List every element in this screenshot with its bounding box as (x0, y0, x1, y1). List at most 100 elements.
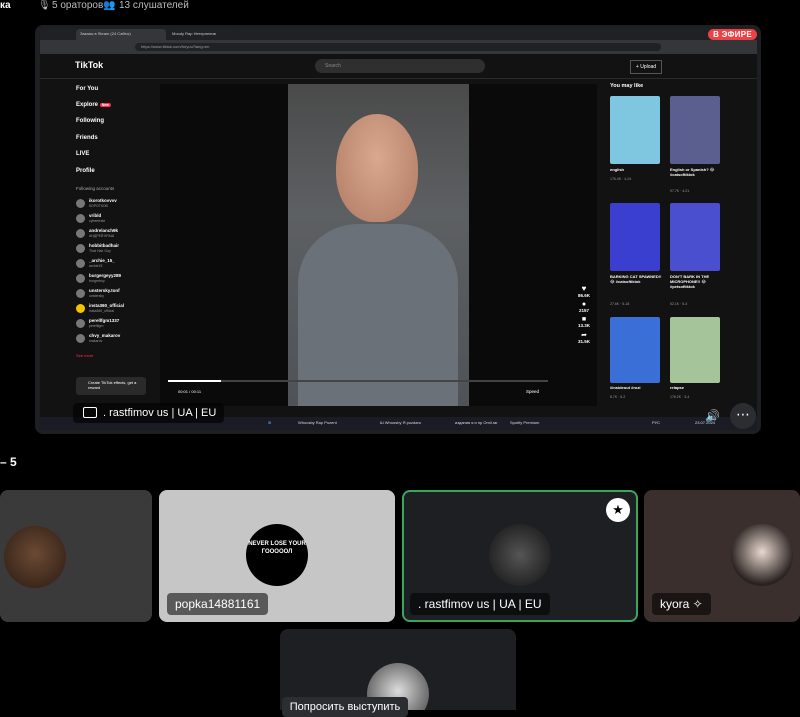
account-name: perellfgm1337 (89, 318, 120, 323)
listeners-count: 13 слушателей (119, 0, 189, 11)
account-sub: insta360_official (89, 309, 115, 313)
suggestion-caption: relapse (670, 385, 685, 390)
likes-count: 86.6K (577, 293, 590, 298)
microphone-icon: 🎙 (38, 0, 51, 11)
create-effects-banner: Create TikTok effects, get a reward (76, 377, 146, 395)
avatar (76, 259, 85, 268)
nav-live: LIVE (76, 151, 90, 157)
video-person-head (336, 114, 418, 222)
video-person-shirt (298, 224, 458, 406)
browser-window: Заказы в Steam (24 Сайты) Moody Rap Нете… (40, 28, 757, 430)
browser-tab-bar: Заказы в Steam (24 Сайты) Moody Rap Нете… (40, 28, 757, 40)
avatar (76, 289, 85, 298)
new-badge: New (99, 103, 111, 107)
browser-tab: Moody Rap Нетерпелив (168, 29, 238, 40)
shares-count: 31.5K (577, 339, 590, 344)
section-label: – 5 (0, 455, 17, 469)
avatar (76, 319, 85, 328)
video-time: 00:01 / 00:11 (178, 389, 202, 394)
participant-tile-speaking[interactable]: ★ . rastfimov us | UA | EU (402, 490, 638, 622)
bookmark-icon: ■ (581, 316, 587, 323)
account-name: ikorotkovvvv (89, 198, 117, 203)
account-sub: unstersky (89, 294, 104, 298)
account-sub: АНДРЕЙ КРАШ (89, 234, 115, 238)
suggestion-stats: 97.7K · 4-21 (670, 189, 690, 193)
suggestion-stats: 52.1K · 5-4 (670, 302, 688, 306)
tiktok-logo: TikTok (75, 60, 104, 70)
url-field: https://www.tiktok.com/foryou?lang=en (135, 43, 661, 51)
account-sub: archie15 (89, 264, 103, 268)
account-name: _archie_15_ (89, 258, 115, 263)
video-frame (288, 84, 469, 406)
you-may-like-panel: You may like english 176.4K · 4-24 Engli… (608, 81, 728, 403)
account-name: hobbitbadhair (89, 243, 119, 248)
avatar (4, 526, 66, 588)
windows-start-icon: ⊞ (268, 420, 272, 425)
tray-language: РУС (652, 420, 661, 425)
account-name: insta360_official (89, 303, 125, 308)
nav-following: Following (76, 118, 104, 124)
nav-explore-label: Explore (76, 102, 99, 108)
suggestion-caption: #insideout #rozi (610, 385, 641, 390)
request-to-speak-button[interactable]: Попросить выступить (282, 697, 408, 717)
avatar (76, 334, 85, 343)
suggestion-caption: english (610, 167, 625, 172)
avatar (76, 304, 85, 313)
tiktok-upload-button: + Upload (630, 60, 662, 74)
account-sub: cybertexte (89, 219, 106, 223)
saves-count: 13.3K (577, 323, 590, 328)
you-may-like-title: You may like (610, 83, 644, 89)
video-actions: ♥ 86.6K ● 2157 ■ 13.3K ➦ 31.5K (573, 284, 595, 344)
avatar (76, 274, 85, 283)
video-progress-fill (168, 380, 222, 382)
video-speed: Speed (526, 389, 540, 394)
stream-name-tag: . rastfimov us | UA | EU (73, 403, 225, 423)
stream-card[interactable]: Заказы в Steam (24 Сайты) Moody Rap Нете… (35, 25, 761, 434)
account-name: chvy_makarov (89, 333, 121, 338)
avatar (489, 524, 551, 586)
nav-profile: Profile (76, 168, 95, 174)
comment-icon: ● (581, 301, 587, 308)
suggestion-stats: 8.7K · 6-2 (610, 395, 626, 399)
suggestion-stats: 176.4K · 4-24 (610, 177, 632, 181)
channel-name: ка (0, 0, 11, 11)
suggestion-caption: BARKING CAT SPAWNED!! 😂 #catsoftiktok (610, 274, 662, 284)
streamer-name: . rastfimov us | UA | EU (103, 407, 217, 419)
speakers-count: 5 ораторов (52, 0, 104, 11)
suggestion-thumbnail (610, 317, 660, 383)
suggestion-thumbnail (610, 203, 660, 271)
suggestion-thumbnail (670, 317, 720, 383)
more-options-button[interactable]: ⋯ (730, 403, 756, 429)
avatar (76, 244, 85, 253)
taskbar-item: Ш Whoosby Я pozdaro (380, 420, 422, 425)
avatar: NEVER LOSE YOUR ГОООООЛ (246, 524, 308, 586)
channel-header: ка 🎙 5 ораторов 👥 13 слушателей (0, 0, 800, 14)
suggestion-stats: 176.2K · 3-4 (670, 395, 690, 399)
avatar (76, 214, 85, 223)
taskbar-item: Whoosby Rap Pozent (298, 420, 337, 425)
account-name: vribld (89, 213, 102, 218)
see-more-link: See more (76, 353, 94, 358)
people-icon: 👥 (103, 0, 116, 11)
participant-tile[interactable]: NEVER LOSE YOUR ГОООООЛ popka14881161 (159, 490, 395, 622)
screen-share-badge-icon: ★ (606, 498, 630, 522)
heart-icon: ♥ (581, 284, 587, 293)
share-icon: ➦ (581, 332, 587, 339)
browser-tab: Заказы в Steam (24 Сайты) (76, 29, 166, 40)
volume-icon[interactable]: 🔊 (705, 409, 720, 423)
avatar (76, 199, 85, 208)
tiktok-search: Search (315, 59, 485, 73)
account-sub: КОРОТКОВ (89, 204, 108, 208)
avatar (731, 524, 793, 586)
participant-name: . rastfimov us | UA | EU (410, 593, 550, 615)
participant-tile[interactable]: kyora ✧ (644, 490, 800, 622)
account-sub: That Hair Guy (89, 249, 111, 253)
participant-tile[interactable] (0, 490, 152, 622)
following-accounts-label: Following accounts (76, 186, 115, 191)
tiktok-sidebar: For You Explore New Following Friends LI… (73, 78, 153, 400)
comments-count: 2157 (578, 308, 589, 313)
taskbar-item: издания я и пр Оmil.rar (455, 420, 498, 425)
account-name: burgergeyy289 (89, 273, 122, 278)
account-sub: perellfgm (89, 324, 104, 328)
screen-share-icon (83, 407, 97, 418)
